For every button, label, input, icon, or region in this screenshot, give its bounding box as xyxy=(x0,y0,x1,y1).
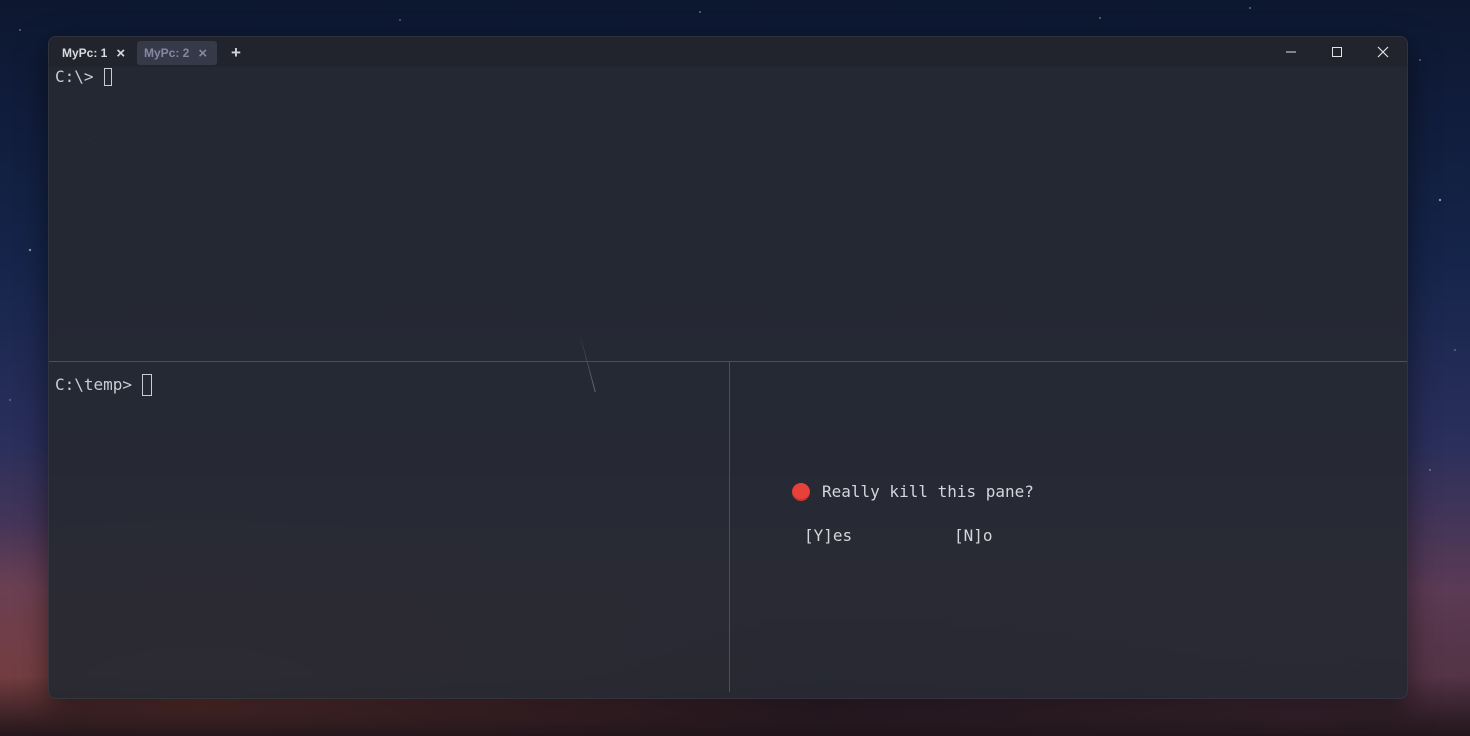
stop-sign-icon xyxy=(792,483,810,501)
minimize-button[interactable] xyxy=(1268,37,1314,67)
close-window-button[interactable] xyxy=(1360,37,1406,67)
confirmation-message: Really kill this pane? xyxy=(792,482,1212,502)
kill-pane-confirmation: Really kill this pane? [Y]es [N]o xyxy=(792,482,1212,545)
prompt-line: C:\> xyxy=(55,67,112,87)
prompt-line: C:\temp> xyxy=(55,374,153,396)
tab-label: MyPc: 1 xyxy=(62,46,108,60)
title-bar[interactable]: MyPc: 1 × MyPc: 2 × + xyxy=(49,37,1407,67)
terminal-window: MyPc: 1 × MyPc: 2 × + C:\> C:\temp> Real… xyxy=(48,36,1408,699)
close-icon xyxy=(1377,46,1389,58)
close-icon[interactable]: × xyxy=(198,46,207,61)
prompt-text: C:\> xyxy=(55,67,94,86)
new-tab-button[interactable]: + xyxy=(227,42,245,64)
maximize-button[interactable] xyxy=(1314,37,1360,67)
text-cursor xyxy=(142,374,153,396)
minimize-icon xyxy=(1286,51,1296,53)
close-icon[interactable]: × xyxy=(116,46,125,61)
terminal-pane-bottom-right[interactable]: Really kill this pane? [Y]es [N]o xyxy=(730,362,1407,692)
plus-icon: + xyxy=(231,43,241,62)
maximize-icon xyxy=(1332,47,1342,57)
yes-button[interactable]: [Y]es xyxy=(804,526,852,546)
terminal-pane-top[interactable]: C:\> xyxy=(49,67,1407,393)
tab-label: MyPc: 2 xyxy=(144,46,190,60)
tab-mypc-2[interactable]: MyPc: 2 × xyxy=(137,41,217,65)
no-button[interactable]: [N]o xyxy=(954,526,993,546)
confirmation-text: Really kill this pane? xyxy=(822,482,1034,501)
text-cursor xyxy=(103,68,112,86)
tab-mypc-1[interactable]: MyPc: 1 × xyxy=(49,41,135,65)
prompt-text: C:\temp> xyxy=(55,375,133,394)
terminal-pane-bottom-left[interactable]: C:\temp> xyxy=(49,362,729,692)
